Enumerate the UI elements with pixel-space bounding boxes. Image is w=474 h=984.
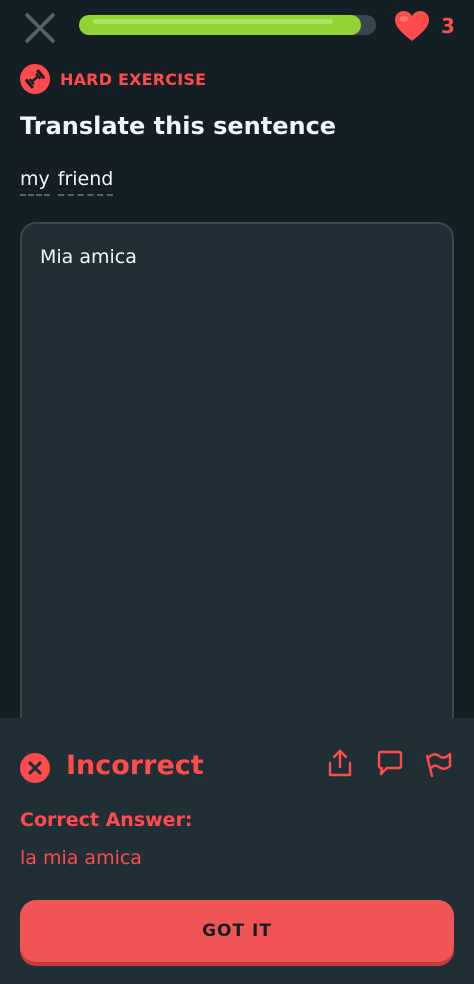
share-icon[interactable] — [326, 748, 354, 778]
answer-text: Mia amica — [40, 246, 137, 268]
got-it-button[interactable]: GOT IT — [20, 900, 454, 962]
source-word[interactable]: friend — [57, 168, 114, 196]
dumbbell-icon — [20, 64, 50, 94]
source-word[interactable]: my — [20, 168, 50, 196]
comment-icon[interactable] — [375, 748, 403, 778]
prompt-title: Translate this sentence — [20, 112, 337, 140]
correct-answer-text: la mia amica — [20, 847, 142, 869]
heart-icon — [395, 11, 429, 41]
progress-shine — [93, 19, 334, 24]
flag-icon[interactable] — [425, 748, 453, 778]
progress-bar — [79, 15, 376, 35]
x-circle-icon — [20, 753, 50, 783]
feedback-status: Incorrect — [66, 750, 204, 781]
correct-answer-label: Correct Answer: — [20, 809, 193, 831]
source-sentence: my friend — [20, 168, 114, 196]
hearts-count: 3 — [441, 14, 455, 38]
feedback-panel: Incorrect Correct Answer: la mia amica G… — [0, 718, 474, 984]
lesson-screen: 3 HARD EXERCISE Translate this sentence … — [0, 0, 474, 984]
progress-fill — [79, 15, 362, 35]
hard-exercise-label: HARD EXERCISE — [60, 70, 207, 89]
close-icon[interactable] — [22, 10, 58, 46]
answer-textarea[interactable]: Mia amica — [20, 222, 454, 782]
